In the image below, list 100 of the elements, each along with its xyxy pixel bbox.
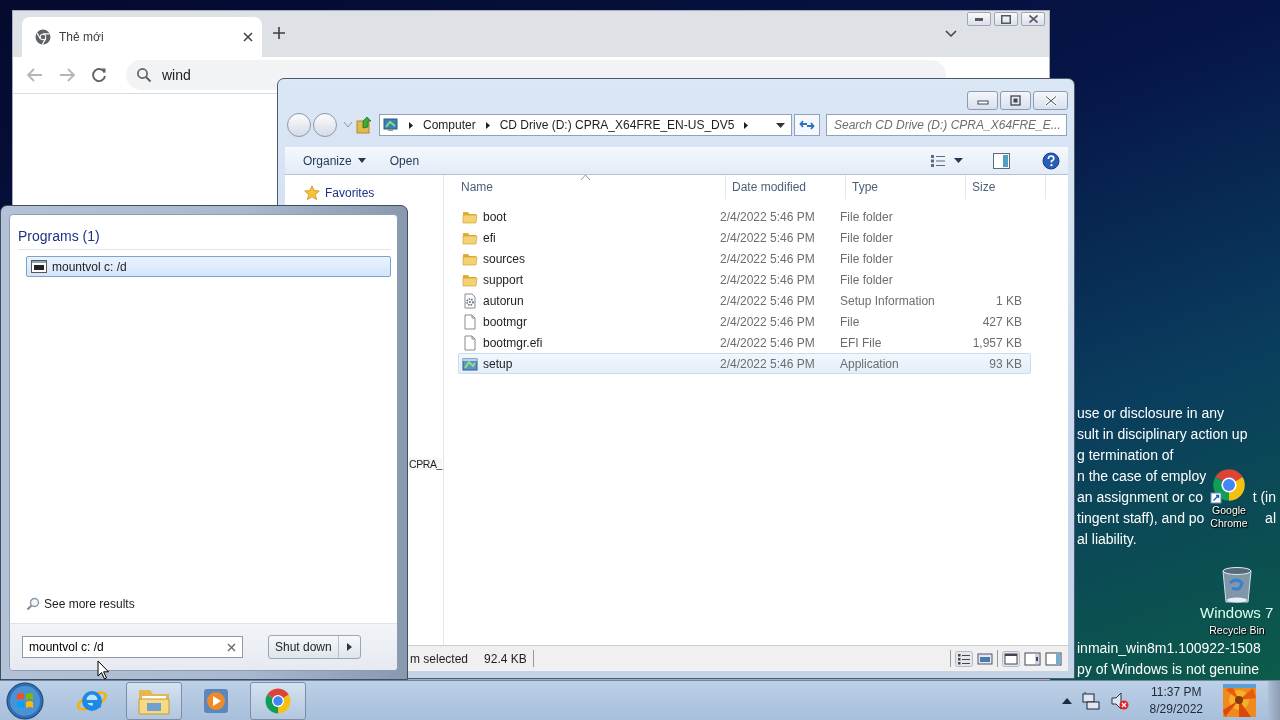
computer-icon (383, 118, 399, 132)
file-row[interactable]: support 2/4/2022 5:46 PM File folder (458, 269, 1031, 290)
search-icon (26, 597, 40, 611)
search-field[interactable]: Search CD Drive (D:) CPRA_X64FRE_E... (826, 114, 1067, 136)
refresh-button[interactable] (794, 114, 820, 136)
file-type: Setup Information (840, 293, 935, 308)
column-header[interactable]: Date modified (726, 175, 846, 199)
taskbar-button[interactable] (126, 681, 182, 720)
file-name: support (483, 272, 524, 287)
see-more-results-link[interactable]: See more results (18, 597, 391, 611)
chevron-right-icon[interactable] (484, 120, 491, 130)
status-size: 92.4 KB (484, 651, 527, 666)
browser-tab[interactable]: Thẻ mới (22, 17, 262, 57)
chevron-right-icon[interactable] (408, 120, 414, 130)
status-text: m selected (410, 651, 469, 666)
file-type: File folder (840, 230, 893, 245)
file-size: 1 KB (996, 293, 1022, 308)
maximize-icon (1001, 14, 1011, 24)
notice-text: sult in disciplinary action up (1077, 425, 1248, 444)
minimize-button[interactable] (967, 12, 991, 26)
file-row[interactable]: sources 2/4/2022 5:46 PM File folder (458, 248, 1031, 269)
file-type: File folder (840, 251, 893, 266)
build-text: py of Windows is not genuine (1077, 660, 1261, 679)
volume-muted-icon[interactable] (1109, 691, 1130, 710)
file-type: File folder (840, 209, 893, 224)
program-result[interactable]: mountvol c: /d (26, 256, 391, 277)
file-name: efi (483, 230, 496, 245)
file-name: bootmgr (483, 314, 528, 329)
large-icons-view-icon[interactable] (977, 651, 993, 666)
close-button[interactable] (1021, 12, 1045, 26)
notice-text: an assignment or co (1077, 488, 1204, 507)
icon-label: Recycle Bin (1208, 624, 1266, 637)
build-text: inmain_win8m1.100922-1508 (1077, 639, 1261, 658)
address-bar[interactable]: Computer CD Drive (D:) CPRA_X64FRE_EN-US_DV5 (379, 114, 792, 136)
group-heading: Programs (1) (18, 228, 391, 250)
file-row[interactable]: boot 2/4/2022 5:46 PM File folder (458, 206, 1031, 227)
chevron-down-icon[interactable] (945, 30, 957, 38)
reload-icon[interactable] (90, 66, 108, 84)
notice-text: t (in (1252, 488, 1276, 507)
preview-pane-icon[interactable] (993, 152, 1010, 169)
details-pane-icon[interactable] (1024, 651, 1041, 666)
nav-item[interactable]: CPRA_ (409, 458, 442, 470)
view-list-icon[interactable] (930, 153, 946, 168)
setup-icon (462, 355, 478, 372)
file-icon (462, 313, 478, 330)
date-modified: 2/4/2022 5:46 PM (720, 230, 815, 245)
column-header[interactable]: Size (966, 175, 1046, 199)
notice-text: n the case of employ (1077, 467, 1207, 486)
file-type: File folder (840, 272, 893, 287)
settings-file-icon (462, 292, 478, 309)
close-icon (1028, 15, 1038, 23)
file-size: 427 KB (982, 314, 1022, 329)
help-icon[interactable] (1042, 151, 1060, 170)
maximize-button[interactable] (1000, 91, 1031, 110)
column-header[interactable]: Name (455, 175, 726, 199)
file-row[interactable]: setup 2/4/2022 5:46 PM Application 93 KB (458, 353, 1031, 374)
date-modified: 2/4/2022 5:46 PM (720, 251, 815, 266)
column-header[interactable]: Type (846, 175, 966, 199)
show-hidden-icons-icon[interactable] (1061, 697, 1072, 704)
new-tab-icon[interactable] (272, 26, 286, 40)
caret-icon[interactable] (954, 158, 963, 163)
breadcrumb[interactable]: Computer (423, 118, 476, 132)
file-type: Application (840, 356, 899, 371)
maximize-button[interactable] (994, 12, 1018, 26)
start-orb-icon[interactable] (6, 681, 44, 720)
file-name: boot (483, 209, 507, 224)
edition-text: Windows 7 (1200, 604, 1274, 622)
nav-item[interactable]: Favorites (285, 175, 443, 201)
toolbar-button[interactable]: Organize (295, 150, 374, 171)
file-name: bootmgr.efi (483, 335, 543, 350)
details-view-icon[interactable] (955, 650, 973, 667)
file-row[interactable]: autorun 2/4/2022 5:46 PM Setup Information 1 KB (458, 290, 1031, 311)
star-icon (304, 185, 320, 201)
file-name: setup (483, 356, 513, 371)
close-button[interactable] (1033, 91, 1068, 110)
notice-text: al (1265, 509, 1276, 528)
date-modified: 2/4/2022 5:46 PM (720, 293, 815, 308)
chrome-logo-icon[interactable] (1210, 466, 1248, 504)
file-name: autorun (483, 293, 524, 308)
clear-icon[interactable] (227, 642, 236, 652)
taskbar-button[interactable] (250, 681, 306, 720)
recycle-bin-icon[interactable] (1220, 566, 1254, 604)
search-field[interactable]: mountvol c: /d (22, 636, 243, 658)
breadcrumb[interactable]: CD Drive (D:) CPRA_X64FRE_EN-US_DV5 (499, 118, 735, 132)
dropdown-arrow-icon[interactable] (776, 122, 785, 128)
toolbar-button[interactable]: Open (381, 150, 428, 171)
search-icon (136, 67, 152, 83)
window-layout-icon[interactable] (1002, 650, 1020, 667)
chrome-logo-icon (35, 29, 51, 45)
file-row[interactable]: efi 2/4/2022 5:46 PM File folder (458, 227, 1031, 248)
close-icon[interactable] (242, 31, 254, 43)
date-modified: 2/4/2022 5:46 PM (720, 272, 815, 287)
refresh-icon (799, 118, 815, 132)
file-row[interactable]: bootmgr.efi 2/4/2022 5:46 PM EFI File 1,957 KB (458, 332, 1031, 353)
chevron-right-icon[interactable] (743, 120, 750, 130)
file-row[interactable]: bootmgr 2/4/2022 5:46 PM File 427 KB (458, 311, 1031, 332)
clock[interactable]: 11:37 PM 8/29/2022 (1149, 683, 1203, 718)
file-type: File (840, 314, 860, 329)
folder-up-icon[interactable] (355, 116, 373, 134)
network-icon[interactable] (1081, 691, 1100, 710)
